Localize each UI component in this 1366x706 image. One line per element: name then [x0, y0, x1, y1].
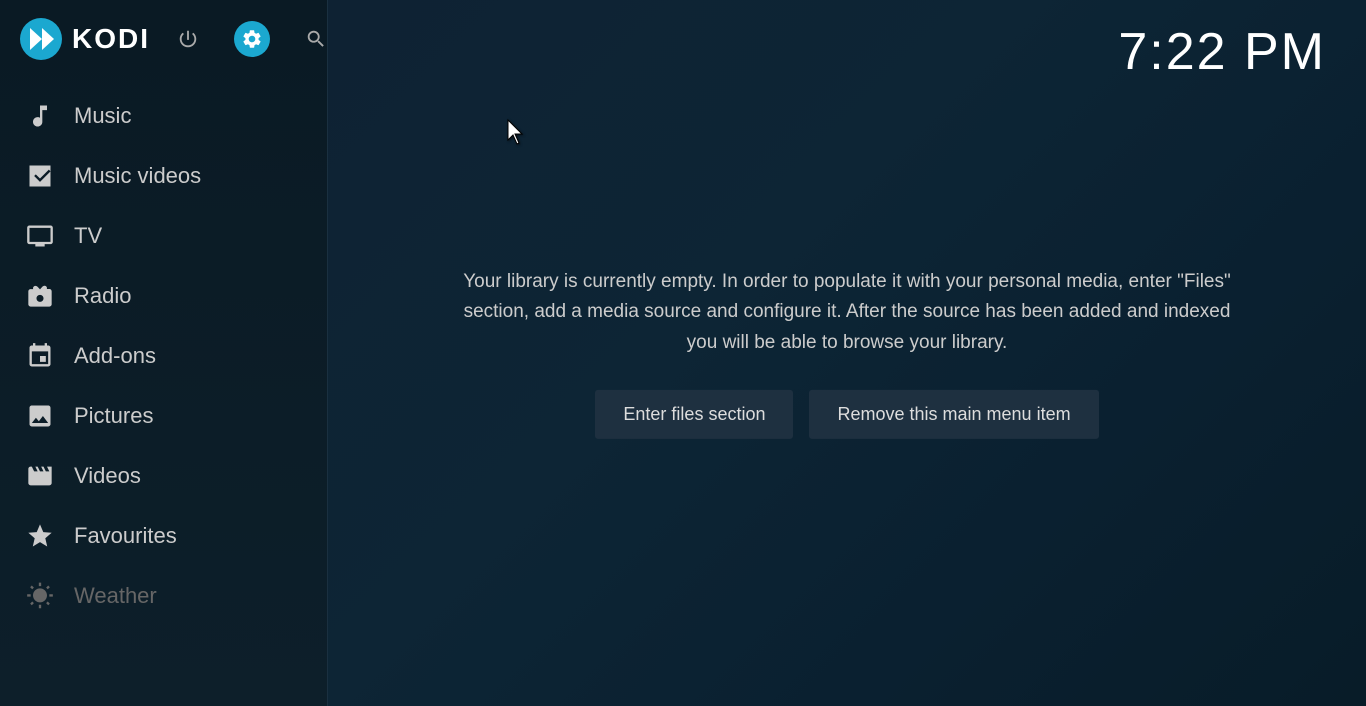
nav-items: Music Music videos TV Radio Add-ons [0, 78, 327, 706]
sidebar-item-music-videos[interactable]: Music videos [0, 146, 327, 206]
sidebar-item-radio-label: Radio [74, 283, 131, 309]
kodi-logo-icon [20, 18, 62, 60]
library-message: Your library is currently empty. In orde… [457, 267, 1237, 358]
sidebar-item-videos-label: Videos [74, 463, 141, 489]
sidebar-item-pictures-label: Pictures [74, 403, 153, 429]
music-icon [24, 100, 56, 132]
sidebar-item-music-label: Music [74, 103, 131, 129]
top-icons [170, 21, 334, 57]
sidebar-item-add-ons-label: Add-ons [74, 343, 156, 369]
center-content: Your library is currently empty. In orde… [457, 267, 1237, 439]
top-bar: KODI [0, 0, 327, 78]
sidebar-item-pictures[interactable]: Pictures [0, 386, 327, 446]
sidebar-item-tv[interactable]: TV [0, 206, 327, 266]
time-display: 7:22 PM [1118, 22, 1326, 82]
sidebar-item-favourites[interactable]: Favourites [0, 506, 327, 566]
sidebar-item-tv-label: TV [74, 223, 102, 249]
sidebar-item-weather-label: Weather [74, 583, 157, 609]
videos-icon [24, 460, 56, 492]
weather-icon [24, 580, 56, 612]
addons-icon [24, 340, 56, 372]
sidebar: KODI [0, 0, 328, 706]
sidebar-item-favourites-label: Favourites [74, 523, 177, 549]
sidebar-item-music[interactable]: Music [0, 86, 327, 146]
music-video-icon [24, 160, 56, 192]
tv-icon [24, 220, 56, 252]
pictures-icon [24, 400, 56, 432]
app-title: KODI [72, 23, 150, 55]
radio-icon [24, 280, 56, 312]
sidebar-item-weather[interactable]: Weather [0, 566, 327, 626]
action-buttons: Enter files section Remove this main men… [457, 390, 1237, 439]
sidebar-item-radio[interactable]: Radio [0, 266, 327, 326]
main-content: 7:22 PM Your library is currently empty.… [328, 0, 1366, 706]
settings-button[interactable] [234, 21, 270, 57]
logo-area: KODI [20, 18, 150, 60]
remove-menu-item-button[interactable]: Remove this main menu item [809, 390, 1098, 439]
sidebar-item-music-videos-label: Music videos [74, 163, 201, 189]
sidebar-item-add-ons[interactable]: Add-ons [0, 326, 327, 386]
favourites-icon [24, 520, 56, 552]
cursor-icon [506, 118, 530, 151]
enter-files-button[interactable]: Enter files section [595, 390, 793, 439]
sidebar-item-videos[interactable]: Videos [0, 446, 327, 506]
power-button[interactable] [170, 21, 206, 57]
